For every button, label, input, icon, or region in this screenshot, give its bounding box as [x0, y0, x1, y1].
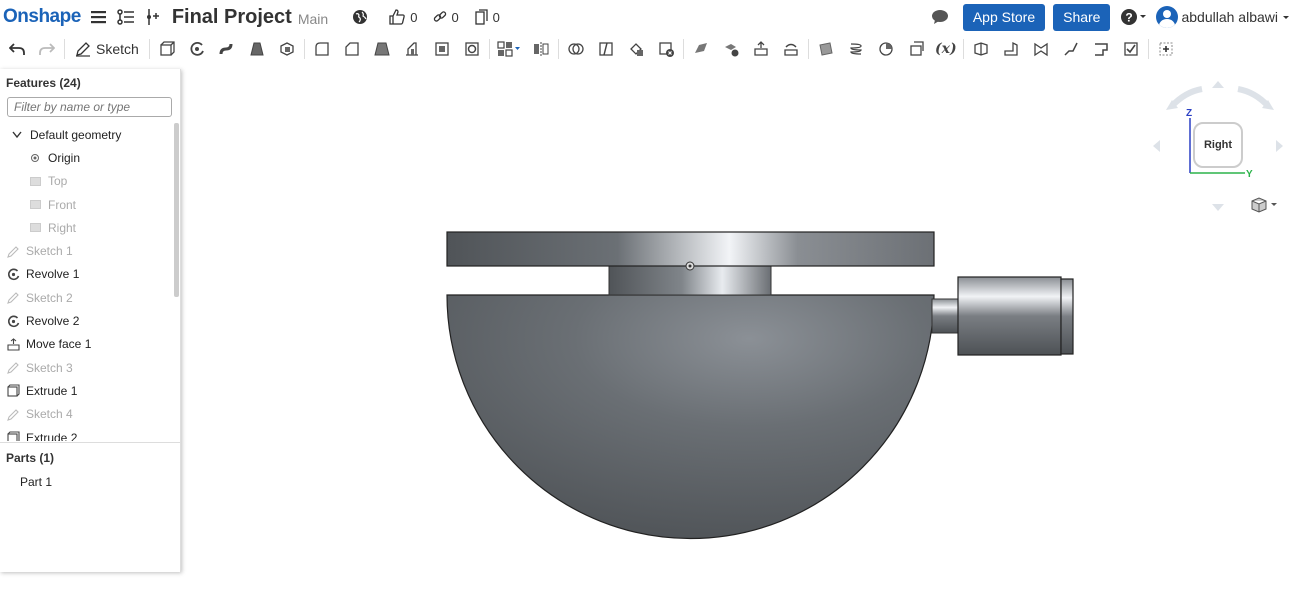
handle-knob[interactable] [957, 276, 1062, 356]
view-cube-face[interactable]: Right [1193, 122, 1243, 168]
rotate-arc-right[interactable] [1237, 86, 1271, 109]
rotate-left-arrow[interactable] [1153, 140, 1160, 152]
top-plate[interactable] [446, 231, 935, 267]
rotate-up-arrow[interactable] [1212, 81, 1224, 88]
handle-cap[interactable] [1060, 278, 1074, 355]
origin-marker-dot [688, 264, 692, 268]
y-axis-label: Y [1246, 169, 1253, 180]
view-options-menu[interactable] [1250, 197, 1278, 216]
bowl-body[interactable] [446, 294, 935, 540]
rotate-down-arrow[interactable] [1212, 204, 1224, 211]
model-viewport[interactable] [0, 0, 1297, 609]
part-model[interactable] [446, 231, 1074, 540]
cube-icon [1251, 197, 1277, 213]
handle-shaft[interactable] [931, 298, 961, 334]
z-axis-label: Z [1186, 108, 1192, 119]
rotate-arc-left[interactable] [1169, 86, 1203, 109]
rotate-right-arrow[interactable] [1276, 140, 1283, 152]
